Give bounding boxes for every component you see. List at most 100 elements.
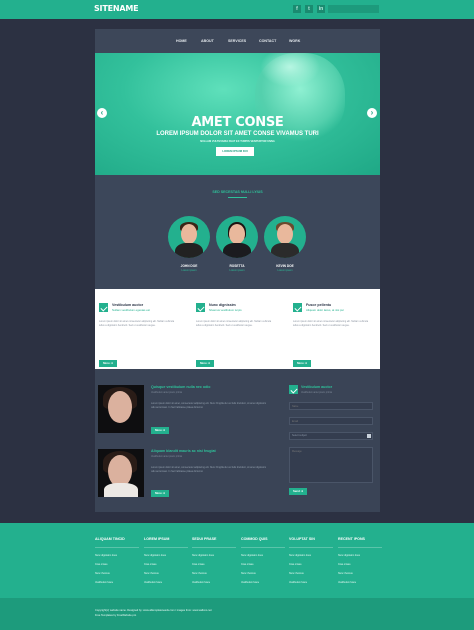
main-nav: HOME ABOUT SERVICES CONTACT WORK [95, 29, 380, 53]
footer-column-title: RECENT IPONS [338, 537, 365, 541]
footer-link[interactable]: Nunc dignissim risus [289, 554, 333, 557]
features-section: Vestibulum auctor Nullam vestibulum eges… [95, 289, 380, 369]
feature-title: Vestibulum auctor [112, 303, 144, 307]
avatar[interactable] [168, 216, 210, 258]
team-member-name: JOHN DOE [180, 264, 198, 268]
message-field[interactable] [289, 447, 373, 483]
team-member-name: ROSETTA [229, 264, 245, 268]
more-button[interactable]: More ➔ [99, 360, 117, 367]
footer-link[interactable]: Vestibulum fusce [289, 581, 333, 584]
more-button[interactable]: More ➔ [151, 490, 169, 497]
footer-link[interactable]: Nunc dignissim risus [338, 554, 382, 557]
subject-select[interactable]: Select subject [289, 432, 373, 440]
footer-column: COMMOD QUIS Nunc dignissim risus Cras or… [241, 537, 285, 584]
feature-title: Fusce pellentu [306, 303, 332, 307]
footer-column-title: ALIQUAM TINCID [95, 537, 125, 541]
footer-link[interactable]: Nunc rhoncus [241, 572, 285, 575]
slider-next-icon[interactable]: › [367, 108, 377, 118]
copyright-text: Copyright(c) website name. Designed by: … [95, 609, 212, 612]
footer-column-title: LOREM IPSUM [144, 537, 170, 541]
copyright-bar: Copyright(c) website name. Designed by: … [0, 598, 474, 630]
post-title[interactable]: Aliquam blandit mauris ac nisi feugiat [151, 449, 216, 453]
feature-text: Lorem ipsum dolor sit amet consectetur a… [196, 320, 272, 327]
send-button[interactable]: Send ➔ [289, 488, 307, 495]
footer-link[interactable]: Vestibulum fusce [144, 581, 188, 584]
hero-tagline: NULLAM VULTEVARIA FEAT EX TURPIS VESPURT… [200, 140, 275, 143]
footer-link[interactable]: Nunc rhoncus [192, 572, 236, 575]
post-subtitle: Vestibulum ante ipsum primis [151, 455, 183, 458]
footer-link[interactable]: Cras ornare [241, 563, 285, 566]
team-member-name: KEVIN DOE [276, 264, 294, 268]
footer-column: RECENT IPONS Nunc dignissim risus Cras o… [338, 537, 382, 584]
avatar[interactable] [264, 216, 306, 258]
footer-column: SEDUI PRASE Nunc dignissim risus Cras or… [192, 537, 236, 584]
footer-link[interactable]: Nunc rhoncus [144, 572, 188, 575]
search-input[interactable] [328, 5, 379, 13]
footer-link[interactable]: Nunc rhoncus [95, 572, 139, 575]
footer-link[interactable]: Vestibulum fusce [192, 581, 236, 584]
facebook-icon[interactable]: f [293, 5, 301, 13]
footer-link[interactable]: Cras ornare [95, 563, 139, 566]
feature-subtitle: Nivamus vestibulum turpis [209, 308, 242, 312]
footer-column: VOLUPTAT SIN Nunc dignissim risus Cras o… [289, 537, 333, 584]
post-subtitle: Vestibulum ante ipsum primis [151, 391, 183, 394]
footer-link[interactable]: Nunc dignissim risus [192, 554, 236, 557]
team-member-role: Lorem ipsum [181, 269, 197, 272]
team-member-role: Lorem ipsum [229, 269, 245, 272]
footer: ALIQUAM TINCID Nunc dignissim risus Cras… [0, 523, 474, 598]
contact-title: Vestibulum auctor [301, 385, 333, 389]
footer-link[interactable]: Cras ornare [144, 563, 188, 566]
post-image[interactable] [98, 385, 144, 433]
footer-column-title: VOLUPTAT SIN [289, 537, 315, 541]
feature-text: Lorem ipsum dolor sit amet consectetur a… [99, 320, 175, 327]
top-bar: SITENAME f t in [0, 0, 474, 19]
nav-work[interactable]: WORK [289, 39, 300, 43]
footer-link[interactable]: Nunc dignissim risus [144, 554, 188, 557]
avatar[interactable] [216, 216, 258, 258]
feature-title: Nunc dignissim [209, 303, 236, 307]
check-icon [293, 303, 302, 312]
more-button[interactable]: More ➔ [196, 360, 214, 367]
footer-link[interactable]: Nunc rhoncus [289, 572, 333, 575]
hero-button[interactable]: LOREM IPSUM DUI [216, 147, 254, 156]
slider-prev-icon[interactable]: ‹ [97, 108, 107, 118]
site-logo[interactable]: SITENAME [94, 4, 139, 13]
more-button[interactable]: More ➔ [293, 360, 311, 367]
nav-contact[interactable]: CONTACT [259, 39, 276, 43]
footer-column-title: SEDUI PRASE [192, 537, 217, 541]
check-icon [196, 303, 205, 312]
post-image[interactable] [98, 449, 144, 497]
nav-home[interactable]: HOME [176, 39, 187, 43]
footer-link[interactable]: Vestibulum fusce [241, 581, 285, 584]
footer-link[interactable]: Nunc rhoncus [338, 572, 382, 575]
footer-link[interactable]: Cras ornare [192, 563, 236, 566]
name-field[interactable] [289, 402, 373, 410]
linkedin-icon[interactable]: in [317, 5, 325, 13]
credit-text: Free Templates by FreeWebsite.pro [95, 614, 137, 617]
team-section: SED SECESTAS NULLI LYIUS JOHN DOE Lorem … [95, 175, 380, 289]
footer-link[interactable]: Cras ornare [338, 563, 382, 566]
title-divider [228, 197, 247, 198]
feature-subtitle: Aliquam dolor lacus, at nisi pur [306, 308, 345, 312]
email-field[interactable] [289, 417, 373, 425]
footer-link[interactable]: Nunc dignissim risus [241, 554, 285, 557]
footer-link[interactable]: Cras ornare [289, 563, 333, 566]
nav-about[interactable]: ABOUT [201, 39, 214, 43]
hero-slider: AMET CONSE LOREM IPSUM DOLOR SIT AMET CO… [95, 53, 380, 175]
footer-link[interactable]: Vestibulum fusce [338, 581, 382, 584]
posts-contact-section: Quisque vestibulum nulla nec odio Vestib… [95, 369, 380, 512]
more-button[interactable]: More ➔ [151, 427, 169, 434]
feature-text: Lorem ipsum dolor sit amet consectetur a… [293, 320, 369, 327]
check-icon [99, 303, 108, 312]
contact-subtitle: Vestibulum ante ipsum primis [301, 391, 333, 394]
hero-subtitle: LOREM IPSUM DOLOR SIT AMET CONSE VIVAMUS… [156, 131, 319, 137]
team-member-role: Lorem ipsum [277, 269, 293, 272]
footer-link[interactable]: Vestibulum fusce [95, 581, 139, 584]
footer-link[interactable]: Nunc dignissim risus [95, 554, 139, 557]
twitter-icon[interactable]: t [305, 5, 313, 13]
feature-subtitle: Nullam vestibulum egestas est [112, 308, 150, 312]
post-title[interactable]: Quisque vestibulum nulla nec odio [151, 385, 211, 389]
footer-column: ALIQUAM TINCID Nunc dignissim risus Cras… [95, 537, 139, 584]
nav-services[interactable]: SERVICES [228, 39, 246, 43]
hero-title: AMET CONSE [191, 115, 284, 130]
